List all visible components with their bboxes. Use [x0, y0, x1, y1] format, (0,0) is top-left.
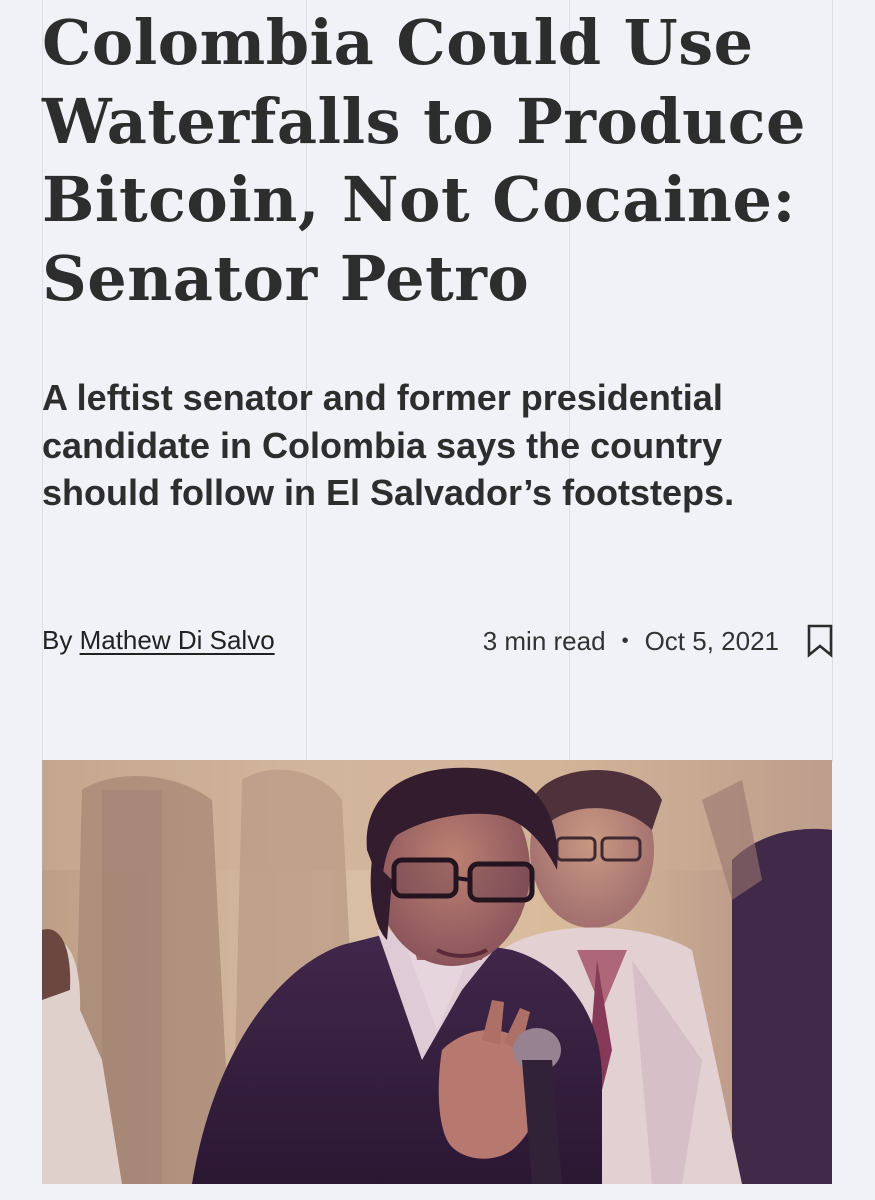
article-hero-image [42, 760, 832, 1184]
publish-date: Oct 5, 2021 [644, 626, 779, 656]
author-link[interactable]: Mathew Di Salvo [80, 625, 275, 655]
article-meta: 3 min read • Oct 5, 2021 [483, 624, 833, 658]
byline-prefix: By [42, 625, 73, 655]
article-subheadline: A leftist senator and former presidentia… [42, 377, 735, 513]
bookmark-icon[interactable] [807, 624, 833, 658]
byline: By Mathew Di Salvo [42, 624, 275, 656]
meta-separator: • [621, 630, 629, 652]
read-time: 3 min read [482, 626, 606, 656]
article-headline: Colombia Could Use Waterfalls to Produce… [42, 6, 806, 315]
